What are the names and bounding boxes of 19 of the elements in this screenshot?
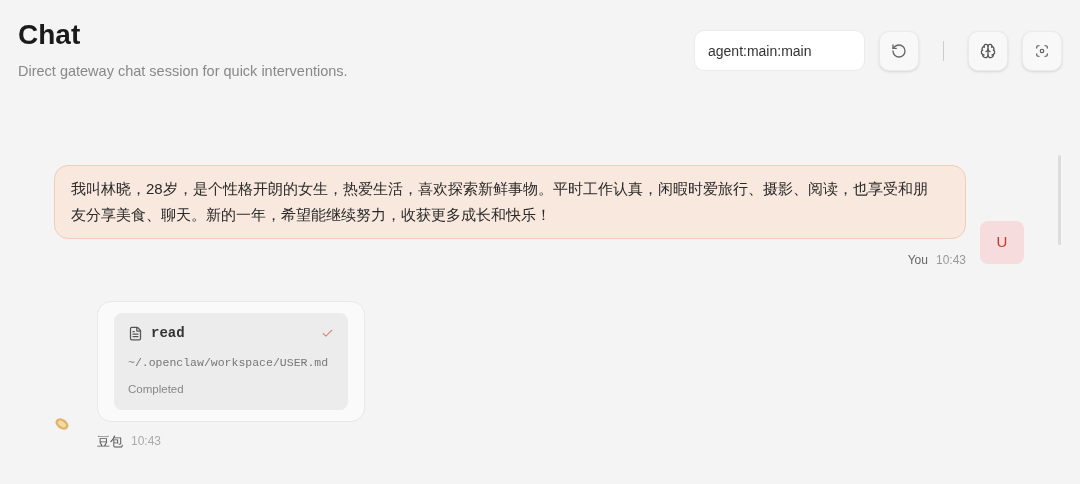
focus-icon: [1035, 43, 1049, 58]
brain-button[interactable]: [968, 30, 1008, 71]
page-title: Chat: [18, 18, 82, 52]
message-time: 10:43: [131, 433, 162, 451]
session-field[interactable]: agent:main:main: [694, 30, 865, 71]
focus-button[interactable]: [1022, 30, 1062, 71]
message-time: 10:43: [935, 251, 966, 269]
tool-name: read: [151, 323, 185, 343]
message-bubble: 我叫林晓，28岁，是个性格开朗的女生，热爱生活，喜欢探索新鲜事物。平时工作认真，闲暇时爱旅行、摄影、阅读，也享受和朋友分享美食、聊天。新的一年，希望能继续努力，收获更多成长和快乐！: [54, 164, 966, 239]
file-icon: [128, 325, 143, 341]
file-path: ~/.openclaw/workspace/USER.md: [128, 354, 330, 371]
sender-name: You: [907, 251, 928, 269]
page-subtitle: Direct gateway chat session for quick interventions.: [18, 62, 348, 81]
brain-icon: [980, 42, 996, 59]
refresh-button[interactable]: [879, 30, 919, 71]
refresh-icon: [891, 42, 907, 59]
tool-status: Completed: [128, 382, 185, 397]
user-avatar: U: [980, 220, 1024, 264]
sender-name: 豆包: [97, 433, 123, 452]
